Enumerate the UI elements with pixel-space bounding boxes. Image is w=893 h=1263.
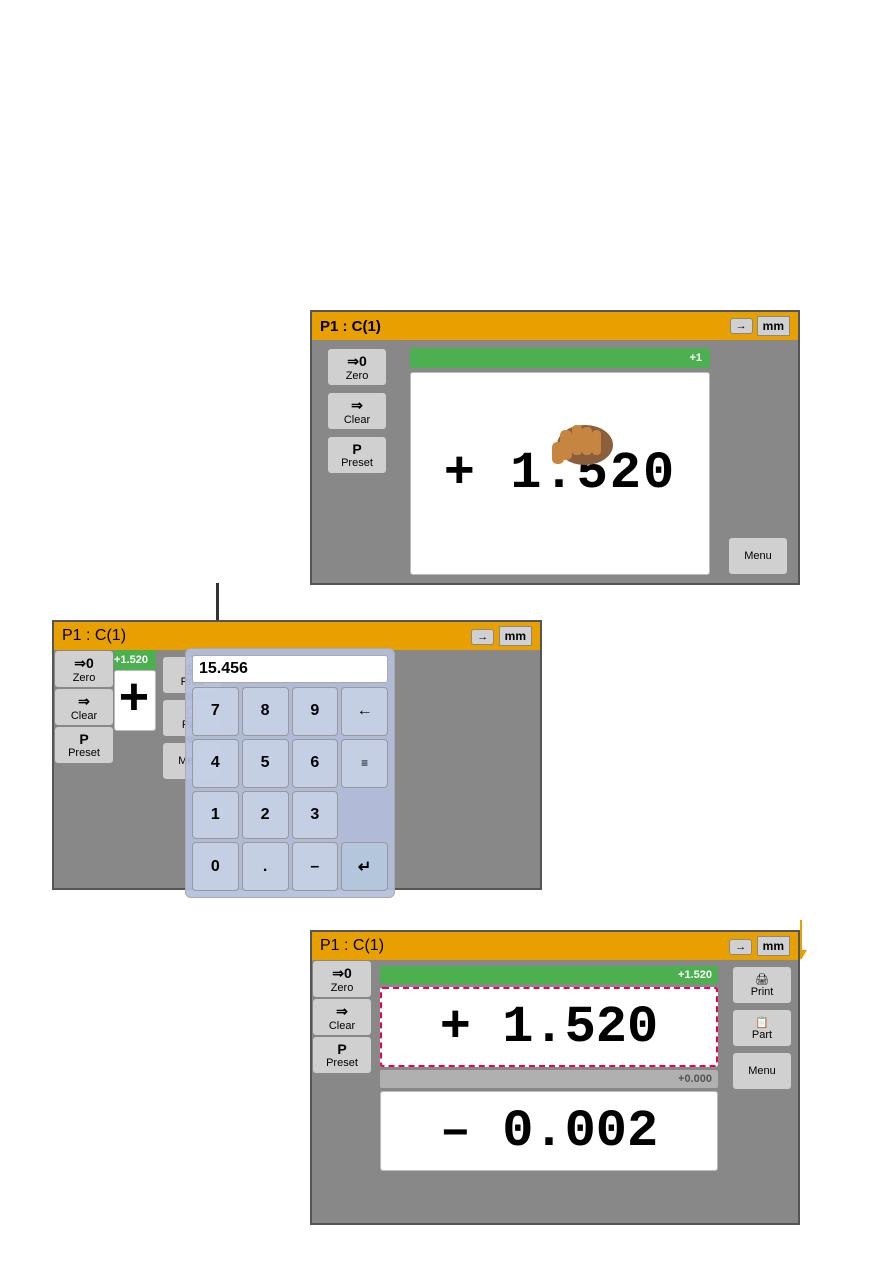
bot-dro-left-col: ⇒0 Zero ⇒ Clear P Preset [312, 960, 372, 1223]
bot-print-btn[interactable]: 🖨 Print [732, 966, 792, 1004]
mid-clear-btn[interactable]: ⇒ Clear [54, 688, 114, 726]
np-7[interactable]: 7 [192, 687, 239, 736]
bot-menu-btn[interactable]: Menu [732, 1052, 792, 1090]
bot-gray-bar: +0.000 [380, 1070, 718, 1088]
mid-clear-label: Clear [71, 710, 97, 722]
top-green-bar: +1 [410, 348, 710, 368]
top-preset-label: Preset [341, 457, 373, 469]
np-3[interactable]: 3 [292, 791, 339, 840]
np-2[interactable]: 2 [242, 791, 289, 840]
bot-display-bot: – 0.002 [380, 1091, 718, 1171]
bot-dro-titlebar: P1 : C(1) → mm [312, 932, 798, 960]
np-9[interactable]: 9 [292, 687, 339, 736]
np-enter[interactable]: ↵ [341, 842, 388, 891]
bot-print-label: Print [751, 986, 774, 998]
top-dro-arrow-btn[interactable]: → [730, 318, 753, 334]
bot-dro-title: P1 : C(1) [320, 937, 384, 955]
bot-gray-bar-value: +0.000 [678, 1073, 712, 1085]
bot-clear-btn[interactable]: ⇒ Clear [312, 998, 372, 1036]
mid-green-bar-value: +1.520 [114, 654, 148, 666]
hand-pointer [530, 400, 615, 485]
top-zero-label: Zero [346, 370, 369, 382]
np-blank [341, 791, 388, 840]
np-0[interactable]: 0 [192, 842, 239, 891]
np-1[interactable]: 1 [192, 791, 239, 840]
np-8[interactable]: 8 [242, 687, 289, 736]
mid-green-bar: +1.520 [114, 650, 156, 670]
np-minus[interactable]: – [292, 842, 339, 891]
np-backspace[interactable]: ← [341, 687, 388, 736]
mid-dro-main: +1.520 + [114, 650, 156, 888]
np-dot[interactable]: . [242, 842, 289, 891]
top-clear-label: Clear [344, 414, 370, 426]
mid-dro-right-btns: → mm [471, 627, 532, 645]
top-clear-icon: ⇒ [351, 397, 363, 414]
bot-part-label: Part [752, 1029, 772, 1041]
bot-green-bar: +1.520 [380, 966, 718, 984]
top-clear-btn[interactable]: ⇒ Clear [327, 392, 387, 430]
bot-dro: P1 : C(1) → mm ⇒0 Zero ⇒ Clear P Preset … [310, 930, 800, 1225]
top-dro-left-col: ⇒0 Zero ⇒ Clear P Preset [312, 340, 402, 583]
numpad-grid: 7 8 9 ← 4 5 6 ≡ 1 2 3 0 . – ↵ [192, 687, 388, 891]
top-menu-btn[interactable]: Menu [728, 537, 788, 575]
numpad: 15.456 7 8 9 ← 4 5 6 ≡ 1 2 3 0 . – ↵ [185, 648, 395, 898]
bot-dro-right-btns: → mm [729, 937, 790, 955]
top-dro-unit: mm [757, 316, 790, 336]
bot-preset-label: Preset [326, 1057, 358, 1069]
top-zero-icon: ⇒0 [347, 353, 367, 370]
mid-zero-btn[interactable]: ⇒0 Zero [54, 650, 114, 688]
mid-preset-btn[interactable]: P Preset [54, 726, 114, 764]
bot-menu-label: Menu [748, 1065, 776, 1077]
bot-clear-label: Clear [329, 1020, 355, 1032]
numpad-display: 15.456 [192, 655, 388, 683]
bot-dro-arrow-btn[interactable]: → [729, 939, 752, 955]
mid-dro-title: P1 : C(1) [62, 627, 126, 645]
mid-preset-label: Preset [68, 747, 100, 759]
np-grid[interactable]: ≡ [341, 739, 388, 788]
top-dro-title: P1 : C(1) [320, 318, 381, 335]
bot-part-btn[interactable]: 📋 Part [732, 1009, 792, 1047]
top-preset-icon: P [352, 441, 361, 457]
bot-dro-body: ⇒0 Zero ⇒ Clear P Preset +1.520 + 1.520 … [312, 960, 798, 1223]
bot-print-icon: 🖨 [755, 973, 769, 986]
top-dro-titlebar: P1 : C(1) → mm [312, 312, 798, 340]
mid-dro-left-col: ⇒0 Zero ⇒ Clear P Preset [54, 650, 114, 888]
top-green-bar-value: +1 [689, 352, 702, 364]
bot-dro-right-col: 🖨 Print 📋 Part Menu [726, 960, 798, 1223]
top-preset-btn[interactable]: P Preset [327, 436, 387, 474]
top-menu-label: Menu [744, 550, 772, 562]
bot-preset-icon: P [337, 1041, 346, 1057]
bot-green-bar-value: +1.520 [678, 969, 712, 981]
mid-clear-icon: ⇒ [78, 693, 90, 710]
top-dro-right-btns: → mm [730, 316, 790, 336]
mid-display: + [114, 670, 156, 731]
bot-part-icon: 📋 [755, 1016, 769, 1029]
yellow-arrow-line [800, 920, 802, 950]
top-dro-right-col: Menu [718, 340, 798, 583]
bot-dro-main: +1.520 + 1.520 +0.000 – 0.002 [372, 960, 726, 1223]
mid-zero-icon: ⇒0 [74, 655, 94, 672]
bot-zero-icon: ⇒0 [332, 965, 352, 982]
bot-dro-unit: mm [757, 936, 790, 956]
bot-clear-icon: ⇒ [336, 1003, 348, 1020]
top-zero-btn[interactable]: ⇒0 Zero [327, 348, 387, 386]
mid-dro-unit: mm [499, 626, 532, 646]
bot-zero-btn[interactable]: ⇒0 Zero [312, 960, 372, 998]
mid-preset-icon: P [79, 731, 88, 747]
bot-display-top: + 1.520 [380, 987, 718, 1067]
np-5[interactable]: 5 [242, 739, 289, 788]
mid-dro-titlebar: P1 : C(1) → mm [54, 622, 540, 650]
np-4[interactable]: 4 [192, 739, 239, 788]
np-6[interactable]: 6 [292, 739, 339, 788]
bot-zero-label: Zero [331, 982, 354, 994]
mid-zero-label: Zero [73, 672, 96, 684]
bot-preset-btn[interactable]: P Preset [312, 1036, 372, 1074]
mid-dro-arrow-btn[interactable]: → [471, 629, 494, 645]
